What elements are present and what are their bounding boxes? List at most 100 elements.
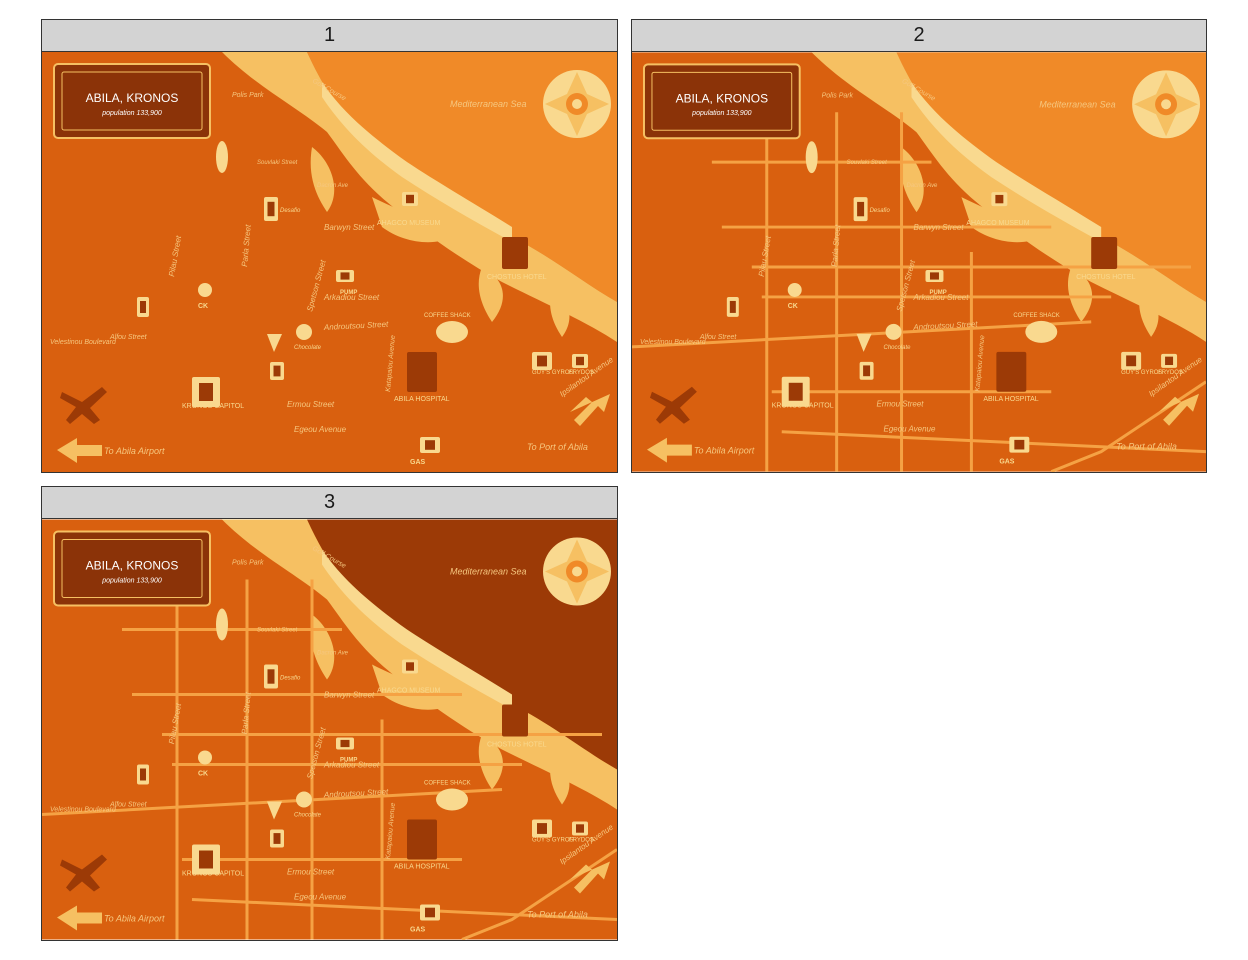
place-label: PUMP	[340, 758, 357, 764]
panel-label: 1	[323, 24, 336, 46]
street-label: Ermou Street	[287, 868, 335, 877]
place-label: CK	[788, 303, 798, 310]
map-panel-2: 2 ABILA, KRONOS population 133,900 Mediter…	[631, 19, 1207, 473]
street-label: Polis Park	[232, 92, 264, 99]
port-label: To Port of Abila	[527, 910, 588, 920]
hospital-icon	[407, 352, 437, 392]
tower-icon	[264, 197, 278, 221]
street-label: Alfou Street	[109, 334, 148, 341]
tower-icon	[137, 764, 149, 785]
tower-icon	[137, 297, 149, 317]
map-panel-1: 1 ABILA, KRONOS population 133,900 Mediter…	[41, 19, 618, 473]
place-label: CHOSTUS HOTEL	[487, 742, 547, 749]
street-label: Velestinou Boulevard	[50, 339, 117, 346]
sea-label: Mediterranean Sea	[1039, 99, 1115, 109]
panel-strip: 3	[42, 487, 617, 519]
place-label: Desafio	[870, 208, 891, 214]
tower-icon	[853, 197, 868, 222]
place-label: PUMP	[340, 290, 357, 296]
guys-gyros-icon	[532, 352, 552, 370]
airport-label: To Abila Airport	[104, 446, 165, 456]
street-label: Egeou Avenue	[294, 893, 347, 902]
place-label: ABILA HOSPITAL	[394, 864, 450, 871]
street-label: Ermou Street	[877, 400, 925, 409]
place-label: GAS	[999, 459, 1014, 466]
abila-map: ABILA, KRONOS population 133,900 Mediterra…	[632, 52, 1206, 472]
panel-label: 3	[323, 491, 336, 513]
coffee-shack-icon	[436, 788, 468, 811]
street-label: Polis Park	[232, 560, 264, 567]
street-label: Barwyn Street	[324, 223, 375, 232]
street-label: Dacron Ave	[317, 183, 349, 189]
ck-icon	[198, 750, 212, 765]
coffee-shack-icon	[1025, 320, 1058, 343]
map-subtitle: population 133,900	[691, 110, 751, 117]
place-label: CK	[198, 303, 208, 310]
frydos-icon	[572, 821, 588, 836]
chocolate-icon	[296, 791, 312, 808]
tower-icon	[264, 664, 278, 689]
place-label: ABILA HOSPITAL	[983, 396, 1038, 403]
place-label: Chocolate	[294, 345, 322, 351]
cup-icon	[270, 362, 284, 380]
place-label: KRONOS CAPITOL	[772, 403, 834, 410]
map-title: ABILA, KRONOS	[86, 559, 179, 573]
oval-sign-icon	[805, 141, 818, 174]
street-label: Barwyn Street	[324, 691, 375, 700]
ck-icon	[198, 283, 212, 297]
coffee-shack-icon	[436, 321, 468, 343]
sea-label: Mediterranean Sea	[450, 99, 527, 109]
hotel-icon	[502, 237, 528, 269]
compass-dot	[572, 99, 582, 109]
frydos-icon	[572, 354, 588, 368]
place-label: CHOSTUS HOTEL	[487, 274, 547, 281]
place-label: Desafio	[280, 676, 301, 682]
place-label: PUMP	[929, 290, 946, 296]
tower-icon	[726, 296, 739, 317]
place-label: KRONOS CAPITOL	[182, 403, 244, 410]
sea-label: Mediterranean Sea	[450, 567, 527, 577]
place-label: COFFEE SHACK	[424, 313, 471, 319]
place-label: GAS	[410, 927, 426, 934]
street-label: Ermou Street	[287, 400, 335, 409]
hospital-icon	[996, 351, 1027, 392]
gas-icon	[420, 437, 440, 453]
street-label: Velestinou Boulevard	[50, 807, 117, 814]
compass-dot	[572, 566, 582, 577]
guys-gyros-icon	[1121, 351, 1142, 370]
chocolate-icon	[885, 323, 902, 340]
museum-icon	[402, 659, 418, 674]
guys-gyros-icon	[532, 819, 552, 838]
street-label: Alfou Street	[109, 802, 148, 809]
place-label: Chocolate	[884, 345, 912, 351]
frydos-icon	[1161, 353, 1178, 368]
street-label: Souvlaki Street	[257, 160, 298, 166]
street-label: Egeou Avenue	[884, 425, 936, 434]
street-label: Polis Park	[822, 92, 854, 99]
hotel-icon	[1091, 237, 1118, 269]
place-label: FRYDOS	[1158, 370, 1183, 376]
place-label: Desafio	[280, 208, 301, 214]
place-label: KRONOS CAPITOL	[182, 871, 244, 878]
map-title: ABILA, KRONOS	[86, 91, 179, 105]
place-label: CHOSTUS HOTEL	[1076, 274, 1135, 281]
ck-icon	[787, 282, 802, 297]
oval-sign-icon	[216, 141, 228, 173]
panel-strip: 1	[42, 20, 617, 52]
place-label: GUY'S GYROS	[532, 838, 574, 844]
place-label: AHAGCO MUSEUM	[377, 688, 441, 695]
museum-icon	[402, 192, 418, 206]
chocolate-icon	[296, 324, 312, 340]
cup-icon	[859, 361, 874, 380]
port-label: To Port of Abila	[1116, 442, 1177, 452]
map-title: ABILA, KRONOS	[676, 91, 768, 105]
street-label: Souvlaki Street	[257, 628, 298, 634]
place-label: GAS	[410, 459, 426, 466]
airport-label: To Abila Airport	[694, 446, 755, 456]
place-label: GUY'S GYROS	[1121, 370, 1162, 376]
place-label: COFFEE SHACK	[1013, 313, 1059, 319]
panel-strip: 2	[632, 20, 1206, 52]
place-label: FRYDOS	[569, 370, 594, 376]
street-label: Barwyn Street	[914, 223, 965, 232]
museum-icon	[991, 192, 1008, 207]
